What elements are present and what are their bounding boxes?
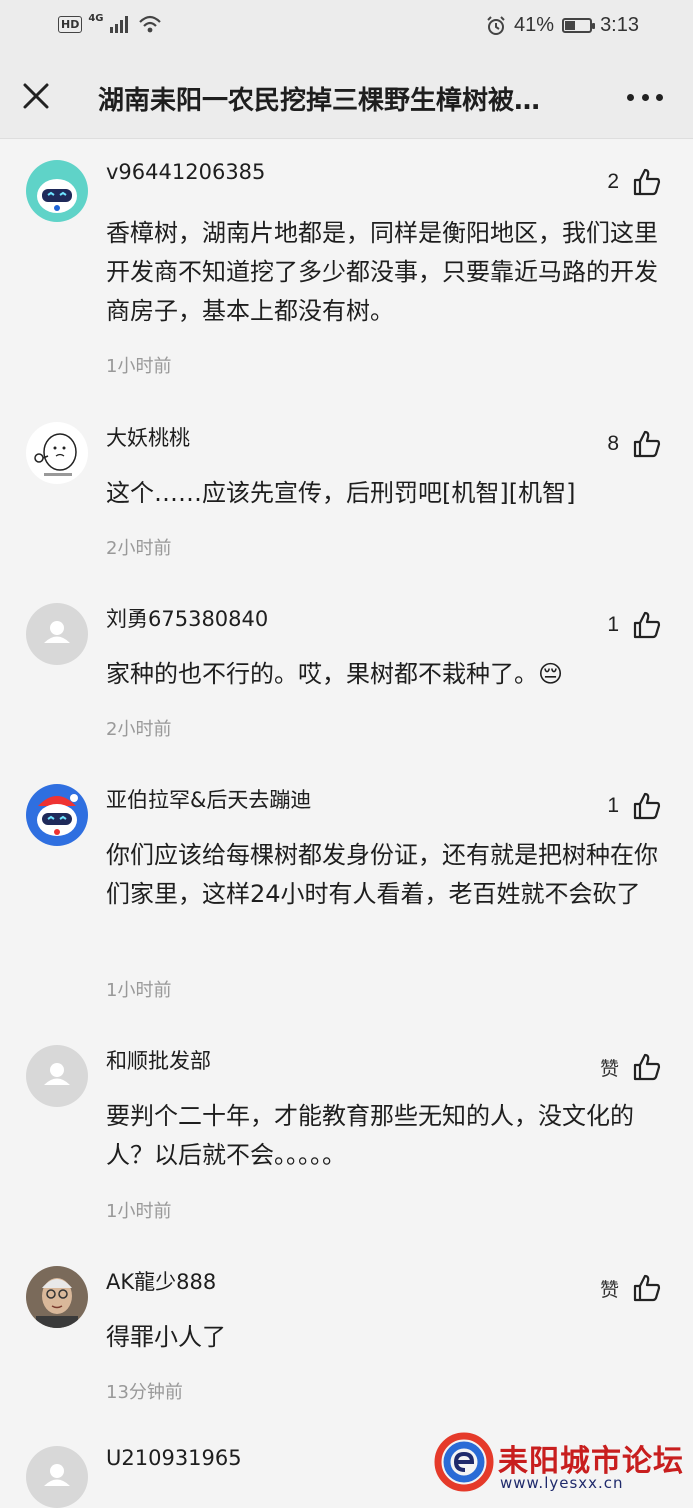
avatar[interactable] [26,784,88,846]
top-nav-bar: 湖南耒阳一农民挖掉三棵野生樟树被… [0,56,693,139]
like-label: 赞 [599,1058,619,1080]
comment-text: 这个……应该先宣传，后刑罚吧[机智][机智] [106,479,576,507]
username[interactable]: 和顺批发部 [106,1045,211,1075]
thumbs-up-icon [633,1053,661,1081]
like-button[interactable]: 1 [607,792,661,820]
comment-time: 13分钟前 [106,1382,183,1403]
more-dot [641,93,649,101]
avatar[interactable] [26,160,88,222]
clock: 3:13 [600,14,639,36]
avatar[interactable] [26,1045,88,1107]
username[interactable]: v96441206385 [106,160,265,184]
avatar[interactable] [26,1266,88,1328]
robot-avatar-icon [26,160,88,222]
like-button[interactable]: 赞 [600,1274,661,1302]
like-count: 8 [607,432,619,455]
username[interactable]: 大妖桃桃 [106,422,190,452]
alarm-icon [487,15,505,35]
cartoon-avatar-icon [26,422,88,484]
thumbs-up-icon [633,792,661,820]
hd-icon: HD [58,15,83,33]
forum-url: www.lyesxx.cn [500,1474,624,1492]
photo-avatar-icon [26,1266,88,1328]
more-dot [627,93,634,101]
battery-percent: 41% [514,14,555,36]
like-count: 1 [607,794,619,817]
status-bar: HD 4G 41% 3:13 [0,0,693,56]
close-icon [23,83,49,109]
like-count: 1 [607,613,619,636]
like-label: 赞 [599,1279,619,1301]
username[interactable]: AK龍少888 [106,1266,216,1296]
like-count: 2 [607,170,619,193]
avatar[interactable] [26,603,88,665]
battery-icon [562,18,596,33]
network-type: 4G [88,12,104,24]
signal-icon [109,16,128,33]
like-button[interactable]: 2 [607,168,661,196]
thumbs-up-icon [633,1274,661,1302]
like-button[interactable]: 赞 [600,1053,661,1081]
forum-watermark: 耒阳城市论坛 www.lyesxx.cn [434,1428,684,1500]
comment-time: 2小时前 [106,538,172,559]
comment-time: 2小时前 [106,719,172,740]
default-avatar-icon [26,603,88,665]
wifi-icon [138,15,161,33]
thumbs-up-icon [633,611,661,639]
comment-time: 1小时前 [106,1201,172,1222]
thumbs-up-icon [633,168,661,196]
close-button[interactable] [18,78,54,114]
default-avatar-icon [26,1045,88,1107]
default-avatar-icon [26,1446,88,1508]
comment-text: 得罪小人了 [106,1323,226,1351]
like-button[interactable]: 1 [607,611,661,639]
more-options-button[interactable] [627,82,663,112]
thumbs-up-icon [633,430,661,458]
comment-text: 要判个二十年，才能教育那些无知的人，没文化的人？以后就不会。。。。。 [106,1102,634,1169]
comment-text: 你们应该给每棵树都发身份证，还有就是把树种在你们家里，这样24小时有人看着，老百… [106,841,658,908]
username[interactable]: U210931965 [106,1446,242,1470]
username[interactable]: 亚伯拉罕&后天去蹦迪 [106,784,311,814]
more-dot [656,93,663,101]
comment-text: 家种的也不行的。哎，果树都不栽种了。😔 [106,660,564,688]
like-button[interactable]: 8 [607,430,661,458]
avatar[interactable] [26,422,88,484]
forum-logo-icon [434,1432,494,1492]
comment-text: 香樟树，湖南片地都是，同样是衡阳地区，我们这里开发商不知道挖了多少都没事，只要靠… [106,219,658,325]
page-title: 湖南耒阳一农民挖掉三棵野生樟树被… [98,86,541,116]
robot-santa-avatar-icon [26,784,88,846]
comment-time: 1小时前 [106,356,172,377]
username[interactable]: 刘勇675380840 [106,603,268,633]
avatar[interactable] [26,1446,88,1508]
comment-time: 1小时前 [106,980,172,1001]
